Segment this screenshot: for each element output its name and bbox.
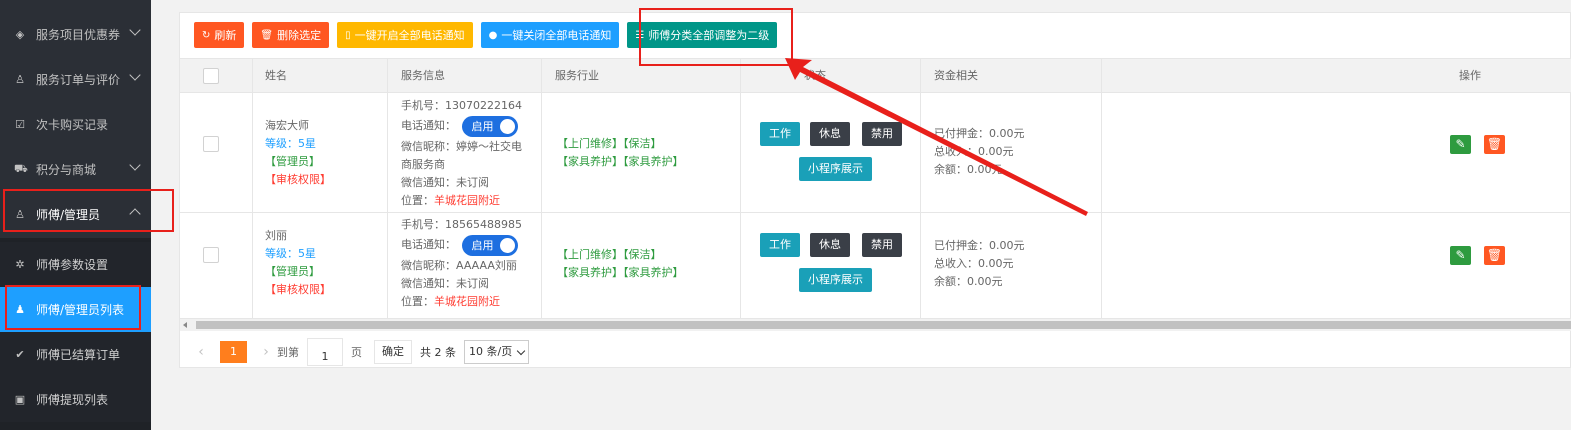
annotation-arrow xyxy=(785,58,1088,216)
